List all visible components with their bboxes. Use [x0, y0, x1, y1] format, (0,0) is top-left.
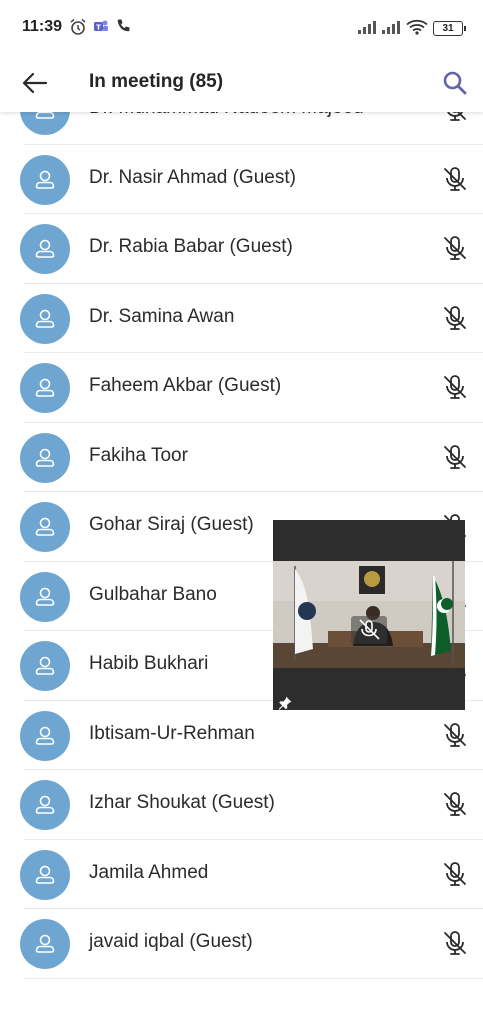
participant-row[interactable]: Jamila Ahmed: [0, 840, 483, 909]
participant-name: javaid iqbal (Guest): [89, 931, 253, 952]
battery-indicator: 31: [433, 21, 466, 36]
pin-icon[interactable]: [277, 695, 293, 716]
avatar: [20, 710, 70, 761]
participant-row[interactable]: Izhar Shoukat (Guest): [0, 770, 483, 840]
participant-name: Gulbahar Bano: [89, 583, 217, 605]
avatar: [20, 224, 70, 274]
person-icon: [35, 934, 55, 953]
mic-off-icon: [441, 790, 469, 818]
video-preview-window[interactable]: [273, 520, 465, 710]
mic-off-icon: [441, 860, 469, 888]
participant-row[interactable]: Faheem Akbar (Guest): [0, 353, 483, 423]
participant-name: Izhar Shoukat (Guest): [89, 792, 275, 813]
avatar: [20, 502, 70, 552]
avatar: [20, 571, 70, 622]
participant-name: Dr. Nasir Ahmad (Guest): [89, 166, 296, 188]
participant-name: Dr. Samina Awan: [89, 305, 235, 327]
participant-name: Faheem Akbar (Guest): [89, 375, 282, 396]
participant-name: Dr. Rabia Babar (Guest): [89, 236, 293, 257]
person-icon: [35, 517, 55, 536]
participant-name: Habib Bukhari: [89, 653, 209, 674]
mic-off-icon: [441, 304, 469, 332]
avatar: [20, 154, 70, 205]
person-icon: [35, 239, 55, 258]
mic-off-icon: [441, 373, 469, 401]
search-icon: [443, 71, 467, 95]
app-header: In meeting (85): [0, 56, 483, 112]
avatar: [20, 780, 70, 830]
avatar: [20, 432, 70, 483]
status-time: 11:39: [22, 18, 63, 35]
alarm-icon: [69, 18, 87, 41]
arrow-left-icon: [22, 72, 48, 94]
person-icon: [35, 170, 55, 189]
mic-off-icon: [441, 443, 469, 471]
status-bar: 11:39 T 31: [0, 0, 483, 56]
phone-call-icon: [116, 18, 132, 39]
avatar: [20, 293, 70, 344]
mic-off-icon: [441, 721, 469, 749]
avatar: [20, 363, 70, 413]
back-button[interactable]: [18, 66, 52, 100]
participant-name: Fakiha Toor: [89, 444, 188, 466]
participant-name: Ibtisam-Ur-Rehman: [89, 722, 255, 744]
teams-app-icon: T: [93, 18, 109, 39]
mic-off-icon: [441, 234, 469, 262]
participant-name: Gohar Siraj (Guest): [89, 514, 254, 535]
person-icon: [35, 656, 55, 675]
person-icon: [35, 378, 55, 397]
row-divider: [24, 977, 483, 979]
avatar: [20, 919, 70, 969]
signal-icon-1: [357, 20, 377, 39]
person-icon: [35, 726, 55, 745]
participant-row[interactable]: javaid iqbal (Guest): [0, 909, 483, 979]
search-button[interactable]: [440, 68, 470, 98]
person-icon: [35, 448, 55, 467]
person-icon: [35, 865, 55, 884]
participant-row[interactable]: Dr. Samina Awan: [0, 284, 483, 353]
mic-off-icon: [441, 929, 469, 957]
participant-name: Jamila Ahmed: [89, 861, 209, 883]
svg-text:T: T: [96, 24, 101, 32]
page-title: In meeting (85): [89, 71, 224, 92]
person-icon: [35, 309, 55, 328]
participant-row[interactable]: Dr. Nasir Ahmad (Guest): [0, 145, 483, 214]
participant-row[interactable]: Fakiha Toor: [0, 423, 483, 492]
participant-row[interactable]: Dr. Rabia Babar (Guest): [0, 214, 483, 284]
avatar: [20, 641, 70, 691]
mic-off-icon: [441, 165, 469, 193]
signal-icon-2: [381, 20, 401, 39]
participant-row[interactable]: Ibtisam-Ur-Rehman: [0, 701, 483, 770]
person-icon: [35, 587, 55, 606]
avatar: [20, 849, 70, 900]
wifi-icon: [406, 19, 428, 40]
video-feed[interactable]: [273, 561, 465, 668]
person-icon: [35, 795, 55, 814]
